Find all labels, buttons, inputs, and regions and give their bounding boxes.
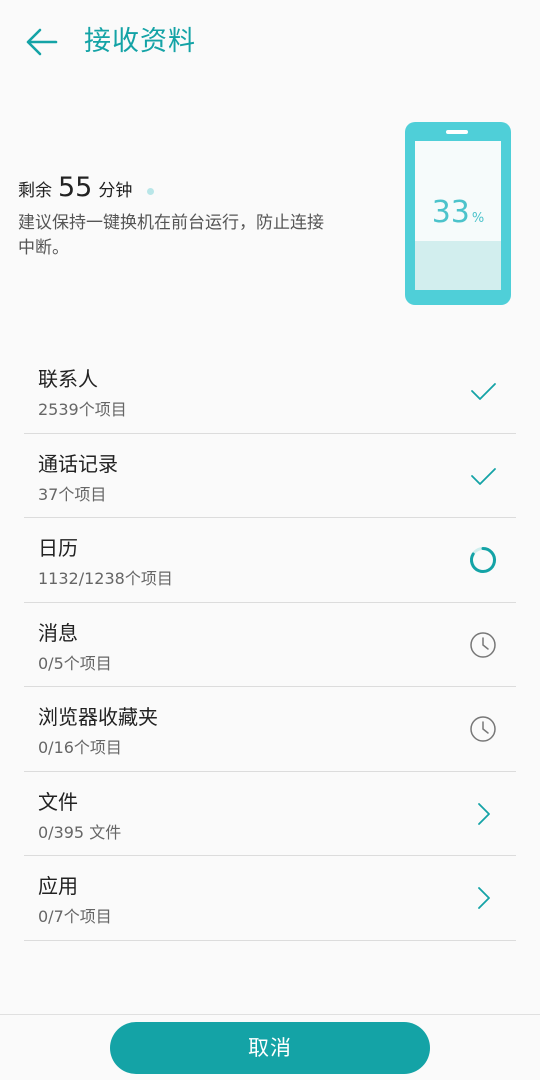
item-name: 日历 [38, 536, 78, 560]
chevron-right-icon [478, 802, 490, 825]
list-item[interactable]: 文件 0/395 文件 [24, 772, 516, 856]
item-state [468, 630, 498, 660]
item-name: 文件 [38, 789, 78, 814]
check-icon [471, 467, 496, 485]
item-state [468, 545, 498, 575]
phone-speaker [446, 130, 468, 134]
item-detail: 0/395 文件 [38, 822, 122, 842]
list-item: 消息 0/5个项目 [24, 603, 516, 687]
remaining-value: 55 [58, 172, 93, 203]
list-item: 浏览器收藏夹 0/16个项目 [24, 687, 516, 772]
item-state[interactable] [468, 799, 498, 829]
remaining-prefix: 剩余 [18, 181, 52, 201]
list-item: 日历 1132/1238个项目 [24, 518, 516, 603]
phone-progress-illustration: 33% [405, 122, 511, 305]
progress-fill [415, 240, 501, 290]
remaining-unit: 分钟 [98, 181, 133, 201]
item-state[interactable] [468, 883, 498, 913]
list-item: 通话记录 37个项目 [24, 434, 516, 518]
header: 接收资料 [0, 0, 540, 84]
clock-icon [470, 631, 496, 658]
page-title: 接收资料 [84, 26, 196, 57]
footer-divider [0, 1014, 540, 1015]
item-detail: 0/5个项目 [38, 653, 112, 673]
item-detail: 0/16个项目 [38, 738, 122, 757]
item-name: 浏览器收藏夹 [38, 705, 158, 729]
progress-ring-icon [470, 547, 496, 573]
item-detail: 37个项目 [38, 484, 107, 504]
phone-screen: 33% [415, 141, 501, 290]
remaining-time: 剩余 55 分钟 [18, 172, 132, 210]
receive-data-screen: 接收资料 剩余 55 分钟 建议保持一键换机在前台运行，防止连接中断。 33% … [0, 0, 540, 1080]
list-item[interactable]: 应用 0/7个项目 [24, 856, 516, 941]
list-item: 联系人 2539个项目 [24, 349, 516, 434]
back-arrow-icon [26, 28, 58, 56]
item-detail: 1132/1238个项目 [38, 569, 173, 588]
item-detail: 0/7个项目 [38, 907, 112, 926]
progress-percent: 33% [415, 195, 501, 230]
advice-text: 建议保持一键换机在前台运行，防止连接中断。 [18, 213, 324, 258]
progress-value: 33 [431, 195, 470, 230]
item-detail: 2539个项目 [38, 400, 127, 419]
clock-icon [470, 716, 496, 742]
check-icon [471, 383, 496, 400]
item-state [468, 461, 498, 491]
item-state [468, 714, 498, 744]
status-dot-icon [147, 188, 154, 195]
item-state [468, 376, 498, 406]
chevron-right-icon [478, 887, 490, 909]
cancel-button[interactable]: 取消 [110, 1022, 430, 1074]
item-name: 消息 [38, 620, 78, 645]
item-name: 联系人 [38, 367, 98, 391]
progress-unit: % [471, 211, 485, 226]
item-name: 通话记录 [38, 451, 118, 476]
transfer-item-list: 联系人 2539个项目通话记录 37个项目日历 1132/1238个项目消息 0/5个项… [24, 349, 516, 941]
item-name: 应用 [38, 874, 78, 898]
back-button[interactable] [22, 22, 62, 62]
